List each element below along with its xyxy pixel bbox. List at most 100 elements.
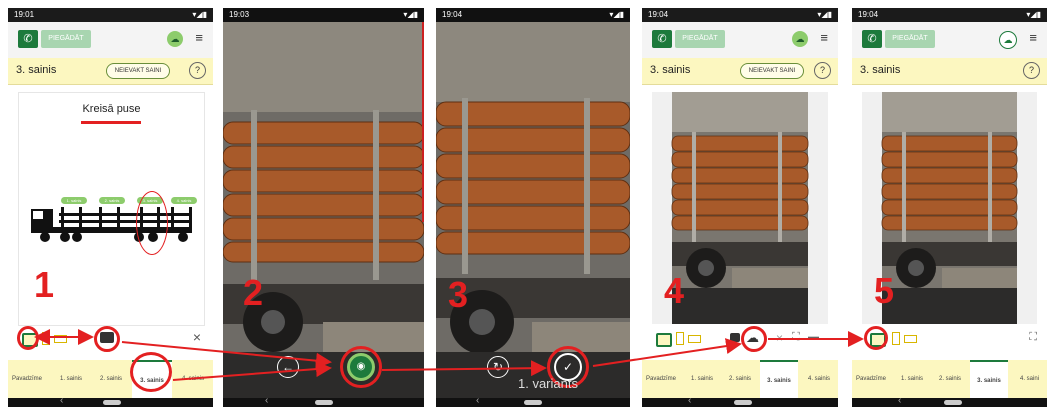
call-button[interactable]: ✆	[862, 30, 882, 48]
pieg-button[interactable]: PIEGĀDĀT	[41, 30, 91, 48]
android-nav-bar: ‹	[8, 395, 213, 407]
nav-back-icon[interactable]: ‹	[265, 395, 268, 406]
status-bar: 19:01 ▾◢▮	[8, 8, 213, 22]
nav-home-icon[interactable]	[734, 400, 752, 405]
view-toggle-highlight	[17, 326, 39, 350]
tab-4-sainis[interactable]: 4. saini	[1012, 360, 1047, 398]
pieg-button[interactable]: PIEGĀDĀT	[675, 30, 725, 48]
screen-1: 19:01 ▾◢▮ ✆ PIEGĀDĀT ☁ ≡ 3. sainis NEIEVA…	[8, 8, 213, 407]
landscape-icon[interactable]	[54, 335, 67, 343]
portrait-icon[interactable]	[892, 332, 900, 345]
nav-back-icon[interactable]: ‹	[898, 395, 901, 406]
phone-icon: ✆	[23, 33, 33, 45]
status-bar: 19:04 ▾◢▮	[436, 8, 630, 22]
camera-preview	[223, 22, 424, 398]
load-header: 3. sainis NEIEVAKT SAINI ?	[8, 58, 213, 85]
step-number-4: 4	[664, 270, 685, 311]
close-icon[interactable]: ×	[193, 329, 201, 345]
status-icons: ▾◢▮	[192, 10, 207, 19]
load-badge[interactable]: 1. sainis	[61, 197, 87, 204]
nav-home-icon[interactable]	[103, 400, 121, 405]
android-nav-bar: ‹	[642, 395, 838, 407]
help-button[interactable]: ?	[189, 62, 206, 79]
landscape-icon[interactable]	[688, 335, 701, 343]
neievakt-button[interactable]: NEIEVAKT SAINI	[106, 63, 170, 79]
nav-back-icon[interactable]: ‹	[476, 395, 479, 406]
frame-edge	[422, 22, 424, 222]
neievakt-button[interactable]: NEIEVAKT SAINI	[740, 63, 804, 79]
tab-2-sainis[interactable]: 2. sainis	[722, 360, 758, 398]
load-header: 3. sainis ?	[852, 58, 1047, 85]
back-button[interactable]: ←	[277, 356, 299, 378]
pieg-button[interactable]: PIEGĀDĀT	[885, 30, 935, 48]
selected-load-highlight	[136, 191, 168, 255]
step-number-3: 3	[448, 274, 469, 315]
portrait-icon[interactable]	[676, 332, 684, 345]
tab-4-sainis[interactable]: 4. sainis	[800, 360, 838, 398]
status-bar: 19:03 ▾◢▮	[223, 8, 424, 22]
cloud-icon[interactable]: ☁	[792, 31, 808, 47]
tab-4-sainis[interactable]: 4. sainis	[174, 360, 212, 398]
fullscreen-icon[interactable]: ⛶	[792, 331, 800, 344]
load-header: 3. sainis NEIEVAKT SAINI ?	[642, 58, 838, 85]
tab-1-sainis[interactable]: 1. sainis	[52, 360, 90, 398]
tab-pavadzime[interactable]: Pavadzīme	[8, 360, 46, 398]
android-nav-bar: ‹	[436, 395, 630, 407]
tab-2-sainis[interactable]: 2. sainis	[92, 360, 130, 398]
screen-2: 19:03 ▾◢▮ 2 ← ◉ ‹	[223, 8, 424, 407]
app-header: ✆ PIEGĀDĀT ☁ ≡	[852, 22, 1047, 59]
status-bar: 19:04 ▾◢▮	[852, 8, 1047, 22]
phone-icon: ✆	[867, 33, 877, 45]
nav-home-icon[interactable]	[315, 400, 333, 405]
call-button[interactable]: ✆	[18, 30, 38, 48]
camera-icon[interactable]	[730, 333, 740, 342]
help-button[interactable]: ?	[814, 62, 831, 79]
menu-icon[interactable]: ≡	[195, 30, 203, 45]
view-toggle-icon[interactable]	[656, 333, 672, 347]
tab-3-sainis[interactable]: 3. sainis	[970, 360, 1008, 398]
upload-highlight	[741, 326, 767, 352]
truck-wheel	[40, 232, 50, 242]
nav-back-icon[interactable]: ‹	[60, 395, 63, 406]
call-button[interactable]: ✆	[652, 30, 672, 48]
help-button[interactable]: ?	[1023, 62, 1040, 79]
step-number-1: 1	[34, 264, 55, 305]
load-badge[interactable]: 2. sainis	[99, 197, 125, 204]
tab-pavadzime[interactable]: Pavadzīme	[852, 360, 890, 398]
load-tabs: Pavadzīme 1. sainis 2. sainis 3. sainis …	[8, 352, 213, 398]
close-icon[interactable]: ×	[776, 331, 783, 345]
tab-1-sainis[interactable]: 1. sainis	[684, 360, 720, 398]
log-truck-photo	[223, 22, 424, 398]
tab-2-sainis[interactable]: 2. sainis	[932, 360, 968, 398]
cloud-icon[interactable]: ☁	[167, 31, 183, 47]
photo-toolbar: ⛶	[852, 326, 1047, 352]
cloud-icon[interactable]: ☁	[999, 31, 1017, 49]
status-time: 19:04	[648, 10, 669, 19]
nav-home-icon[interactable]	[944, 400, 962, 405]
photo-toolbar: ×	[8, 326, 213, 352]
camera-highlight	[94, 326, 120, 352]
portrait-icon[interactable]	[42, 332, 50, 345]
load-title: 3. sainis	[860, 64, 901, 76]
trash-icon[interactable]: ▬	[808, 331, 819, 343]
retake-button[interactable]: ↻	[487, 356, 509, 378]
menu-icon[interactable]: ≡	[1029, 30, 1037, 45]
menu-icon[interactable]: ≡	[820, 30, 828, 45]
screen-3: 19:04 ▾◢▮ 3 ↻ ✓ 1. variants ‹	[436, 8, 630, 407]
tab-3-sainis[interactable]: 3. sainis	[760, 360, 798, 398]
tab-pavadzime[interactable]: Pavadzīme	[642, 360, 680, 398]
load-badge[interactable]: 4. sainis	[171, 197, 197, 204]
step-number-2: 2	[243, 272, 264, 313]
landscape-icon[interactable]	[904, 335, 917, 343]
phone-icon: ✆	[657, 33, 667, 45]
nav-back-icon[interactable]: ‹	[688, 395, 691, 406]
status-time: 19:04	[858, 10, 879, 19]
nav-home-icon[interactable]	[524, 400, 542, 405]
tab-1-sainis[interactable]: 1. sainis	[894, 360, 930, 398]
status-time: 19:04	[442, 10, 463, 19]
photo-preview	[436, 22, 630, 398]
log-truck-photo	[436, 22, 630, 398]
load-title: 3. sainis	[650, 64, 691, 76]
fullscreen-icon[interactable]: ⛶	[1029, 331, 1037, 344]
step-number-5: 5	[874, 270, 895, 311]
